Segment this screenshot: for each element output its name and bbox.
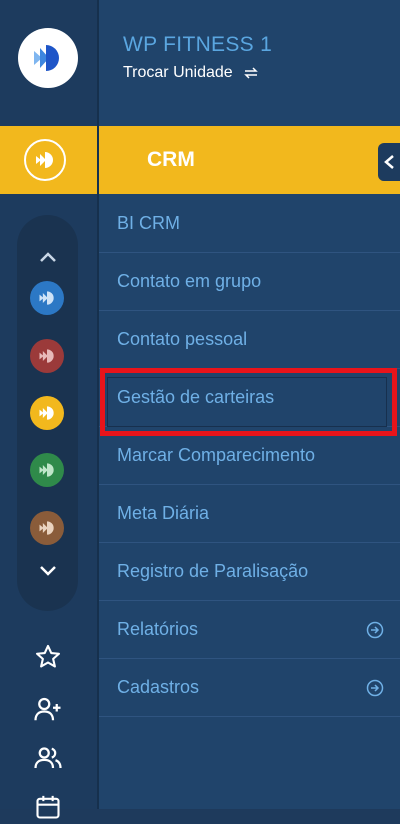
menu-item-label: Relatórios	[117, 619, 199, 639]
crm-module-tab[interactable]	[0, 126, 97, 194]
scroll-down-icon[interactable]	[38, 561, 58, 581]
menu-item-meta-diaria[interactable]: Meta Diária	[99, 485, 400, 543]
module-blue-icon[interactable]	[30, 281, 64, 315]
menu-item-label: Contato em grupo	[117, 271, 262, 291]
menu-item-relatorios[interactable]: Relatórios	[99, 601, 400, 659]
unit-name: WP FITNESS 1	[123, 33, 273, 56]
menu-item-label: Registro de Paralisação	[117, 561, 309, 581]
star-icon[interactable]	[31, 640, 65, 674]
users-icon[interactable]	[31, 741, 65, 775]
module-switcher	[17, 215, 78, 611]
module-header: CRM	[99, 126, 400, 194]
calendar-icon[interactable]	[31, 790, 65, 824]
module-green-icon[interactable]	[30, 453, 64, 487]
side-menu-panel: WP FITNESS 1 Trocar Unidade CRM BI CRM C…	[99, 0, 400, 809]
menu-item-registro-de-paralisacao[interactable]: Registro de Paralisação	[99, 543, 400, 601]
menu-item-contato-pessoal[interactable]: Contato pessoal	[99, 311, 400, 369]
module-brown-icon[interactable]	[30, 511, 64, 545]
switch-unit-link[interactable]: Trocar Unidade	[123, 64, 259, 82]
module-title: CRM	[147, 148, 195, 171]
menu-item-contato-em-grupo[interactable]: Contato em grupo	[99, 253, 400, 311]
menu-item-label: Meta Diária	[117, 503, 210, 523]
menu-item-gestao-de-carteiras[interactable]: Gestão de carteiras	[99, 369, 400, 427]
arrow-right-circle-icon	[366, 679, 384, 697]
scroll-up-icon[interactable]	[38, 247, 58, 267]
swap-icon	[243, 67, 258, 79]
module-red-icon[interactable]	[30, 339, 64, 373]
add-user-icon[interactable]	[31, 692, 65, 726]
menu-item-bi-crm[interactable]: BI CRM	[99, 195, 400, 253]
menu-item-label: Marcar Comparecimento	[117, 445, 316, 465]
menu-item-cadastros[interactable]: Cadastros	[99, 659, 400, 717]
logo-icon	[34, 45, 59, 71]
menu-item-label: Cadastros	[117, 677, 200, 697]
module-yellow-icon[interactable]	[30, 396, 64, 430]
arrow-right-circle-icon	[366, 621, 384, 639]
collapse-menu-button[interactable]	[378, 143, 400, 181]
menu-item-label: Gestão de carteiras	[117, 387, 275, 407]
crm-module-icon	[24, 139, 66, 181]
menu-item-label: BI CRM	[117, 213, 180, 233]
crm-menu: BI CRM Contato em grupo Contato pessoal …	[99, 195, 400, 717]
module-rail	[0, 0, 99, 819]
app-logo[interactable]	[18, 28, 78, 88]
menu-item-label: Contato pessoal	[117, 329, 248, 349]
menu-item-marcar-comparecimento[interactable]: Marcar Comparecimento	[99, 427, 400, 485]
switch-unit-label: Trocar Unidade	[123, 64, 233, 81]
chevron-left-icon	[384, 155, 394, 169]
